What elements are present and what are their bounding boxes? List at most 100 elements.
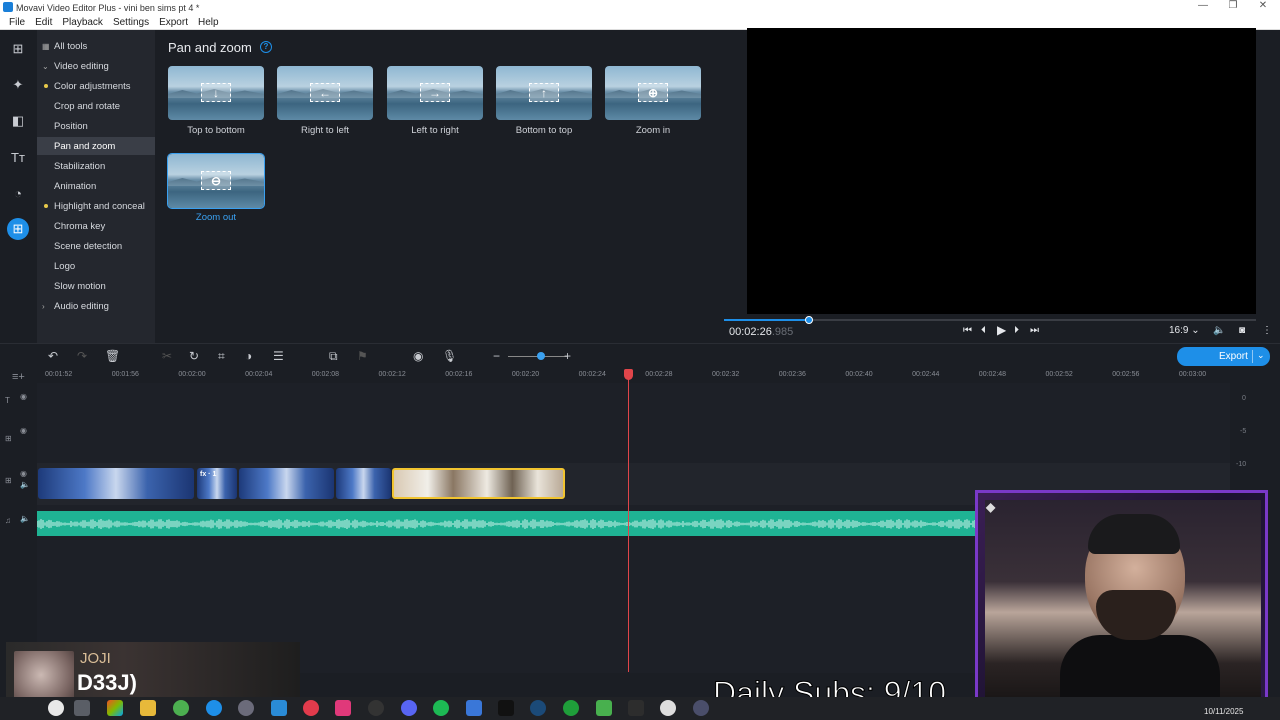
volume-track-icon[interactable]: 🔈 [20,480,30,489]
close-icon[interactable]: ✕ [1248,0,1278,11]
ruler-tick-label: 00:02:12 [378,371,406,378]
preset-zoom-in[interactable]: ⊕ [605,66,701,120]
play-icon[interactable]: ▶ [997,323,1006,337]
export-button[interactable]: Export ⌄ [1177,347,1270,366]
stickers-icon[interactable]: ◔ [7,182,29,204]
eye-icon[interactable]: ◉ [20,392,27,401]
eye-icon[interactable]: ◉ [20,469,27,478]
step-back-icon[interactable]: ⏴ [981,325,986,336]
tool-label: Animation [54,180,97,192]
tool-highlight-conceal[interactable]: Highlight and conceal [37,197,155,215]
magic-wand-icon[interactable]: ✦ [7,74,29,96]
tool-pan-zoom[interactable]: Pan and zoom [37,137,155,155]
preset-zoom-out[interactable]: ⊖ [167,153,265,209]
menu-edit[interactable]: Edit [30,17,57,28]
playhead-handle[interactable] [624,369,633,380]
store-icon[interactable] [466,700,482,716]
menu-help[interactable]: Help [193,17,224,28]
aspect-ratio-select[interactable]: 16:9 ⌄ [1169,325,1200,336]
preset-top-to-bottom[interactable]: ↓ [168,66,264,120]
meter-label: -5 [1240,428,1247,435]
preset-right-to-left[interactable]: ← [277,66,373,120]
tool-position[interactable]: Position [37,117,155,135]
app-icon[interactable] [660,700,676,716]
steam-icon[interactable] [530,700,546,716]
titles-icon[interactable]: Tт [7,146,29,168]
xbox-icon[interactable] [563,700,579,716]
spotify-icon[interactable] [433,700,449,716]
menu-settings[interactable]: Settings [108,17,154,28]
video-clip[interactable]: fx · 1 [197,468,237,499]
tool-color-adjustments[interactable]: Color adjustments [37,77,155,95]
tool-slow-motion[interactable]: Slow motion [37,277,155,295]
video-clip[interactable] [336,468,391,499]
menu-file[interactable]: File [4,17,30,28]
tool-logo[interactable]: Logo [37,257,155,275]
github-icon[interactable] [368,700,384,716]
cut-icon[interactable]: ✂ [162,349,172,363]
edge-icon[interactable] [206,700,222,716]
app-icon[interactable] [693,700,709,716]
volume-track-icon[interactable]: 🔈 [20,514,30,523]
video-clip[interactable] [239,468,334,499]
copilot-icon[interactable] [107,700,123,716]
add-track-icon[interactable]: ≡+ [12,371,25,383]
crop-icon[interactable]: ⌗ [218,349,225,364]
obs-icon[interactable] [303,700,319,716]
task-view-icon[interactable] [74,700,90,716]
tool-animation[interactable]: Animation [37,177,155,195]
video-clip-selected[interactable] [392,468,565,499]
zoom-out-timeline-icon[interactable]: − [493,349,500,363]
preset-bottom-to-top[interactable]: ↑ [496,66,592,120]
help-icon[interactable]: ? [260,41,272,53]
delete-icon[interactable]: 🗑 [105,349,120,363]
zoom-in-timeline-icon[interactable]: + [564,349,571,363]
more-icon[interactable]: ⋮ [1262,325,1272,336]
media-icon[interactable] [238,700,254,716]
step-forward-icon[interactable]: ⏵ [1014,325,1019,336]
preset-left-to-right[interactable]: → [387,66,483,120]
rotate-icon[interactable]: ↻ [189,349,199,363]
tool-audio-editing[interactable]: › Audio editing [37,297,155,315]
clip-properties-icon[interactable]: ☰ [273,349,284,363]
file-explorer-icon[interactable] [140,700,156,716]
restore-icon[interactable]: ❐ [1218,0,1248,11]
undo-icon[interactable]: ↶ [48,349,58,363]
menu-export[interactable]: Export [154,17,193,28]
more-tools-icon[interactable]: ⊞ [7,218,29,240]
volume-icon[interactable]: 🔈 [1213,325,1225,336]
discord-icon[interactable] [401,700,417,716]
tiktok-icon[interactable] [335,700,351,716]
movavi-icon[interactable] [271,700,287,716]
marker-icon[interactable]: ⚑ [357,349,368,363]
color-icon[interactable]: ◑ [245,349,252,363]
preview-screen[interactable] [747,28,1256,314]
video-clip[interactable] [38,468,194,499]
search-icon[interactable] [48,700,64,716]
tools-list: ▦ All tools ⌄ Video editing Color adjustme… [37,30,155,343]
import-icon[interactable]: ⊞ [7,38,29,60]
microphone-icon[interactable]: 🎙 [442,349,457,363]
epic-icon[interactable] [498,700,514,716]
skip-start-icon[interactable]: ⏮ [963,325,972,336]
transitions-icon[interactable]: ◧ [7,110,29,132]
snapshot-icon[interactable]: ◙ [1239,325,1245,336]
skip-end-icon[interactable]: ⏭ [1030,325,1039,336]
overlay-icon[interactable]: ⧉ [329,349,338,364]
menu-playback[interactable]: Playback [57,17,108,28]
zoom-slider-handle[interactable] [537,352,545,360]
eye-icon[interactable]: ◉ [20,426,27,435]
tool-scene-detection[interactable]: Scene detection [37,237,155,255]
app-icon[interactable] [596,700,612,716]
tool-stabilization[interactable]: Stabilization [37,157,155,175]
minimize-icon[interactable]: — [1188,0,1218,11]
tool-chroma-key[interactable]: Chroma key [37,217,155,235]
chrome-icon[interactable] [173,700,189,716]
chevron-down-icon[interactable]: ⌄ [1257,350,1265,361]
app-icon[interactable] [628,700,644,716]
redo-icon[interactable]: ↷ [77,349,87,363]
record-screen-icon[interactable]: ◉ [413,349,423,363]
tool-crop-rotate[interactable]: Crop and rotate [37,97,155,115]
all-tools-item[interactable]: ▦ All tools [37,37,155,55]
tool-video-editing[interactable]: ⌄ Video editing [37,57,155,75]
